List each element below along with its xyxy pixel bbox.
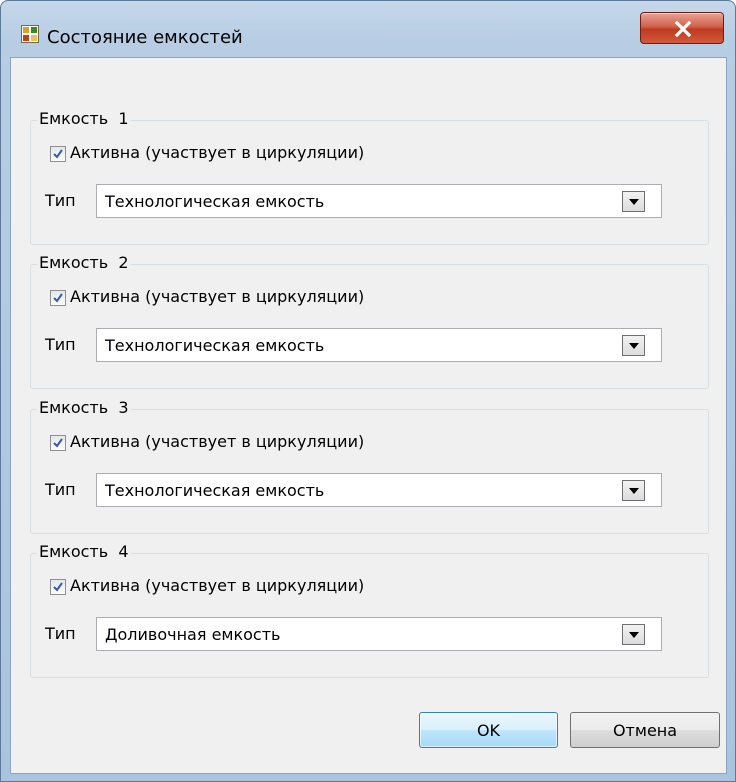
checkmark-icon [53,438,63,448]
type-label: Тип [45,624,76,643]
active-checkbox[interactable] [50,290,66,306]
type-select-value: Технологическая емкость [105,336,325,355]
group-legend: Емкость 2 [37,253,131,272]
window-title: Состояние емкостей [47,27,243,48]
dropdown-button[interactable] [622,480,645,501]
active-checkbox-label: Активна (участвует в циркуляции) [70,143,365,162]
dialog-window: Состояние емкостей Емкость 1 Активна (уч… [0,0,736,782]
tank-group-4: Емкость 4 Активна (участвует в циркуляци… [30,542,709,678]
group-legend: Емкость 4 [37,542,131,561]
app-icon [21,25,39,43]
type-select-value: Технологическая емкость [105,192,325,211]
dropdown-button[interactable] [622,335,645,356]
type-select-value: Доливочная емкость [105,625,281,644]
type-label: Тип [45,480,76,499]
tank-group-1: Емкость 1 Активна (участвует в циркуляци… [30,109,709,245]
active-checkbox[interactable] [50,579,66,595]
tank-group-3: Емкость 3 Активна (участвует в циркуляци… [30,398,709,534]
dropdown-button[interactable] [622,191,645,212]
group-legend: Емкость 3 [37,398,131,417]
active-checkbox-label: Активна (участвует в циркуляции) [70,432,365,451]
dropdown-button[interactable] [622,624,645,645]
close-button[interactable] [640,12,724,44]
cancel-button[interactable]: Отмена [570,712,720,748]
type-select-value: Технологическая емкость [105,481,325,500]
checkmark-icon [53,149,63,159]
checkmark-icon [53,582,63,592]
chevron-down-icon [629,343,639,349]
active-checkbox-label: Активна (участвует в циркуляции) [70,287,365,306]
type-label: Тип [45,191,76,210]
active-checkbox[interactable] [50,435,66,451]
close-icon [674,21,692,37]
chevron-down-icon [629,488,639,494]
checkmark-icon [53,293,63,303]
chevron-down-icon [629,199,639,205]
active-checkbox[interactable] [50,146,66,162]
title-bar[interactable]: Состояние емкостей [1,1,735,57]
type-label: Тип [45,335,76,354]
group-legend: Емкость 1 [37,109,131,128]
chevron-down-icon [629,632,639,638]
type-select[interactable]: Технологическая емкость [96,184,662,218]
type-select[interactable]: Технологическая емкость [96,328,662,362]
ok-button[interactable]: OK [419,712,558,748]
type-select[interactable]: Доливочная емкость [96,617,662,651]
tank-group-2: Емкость 2 Активна (участвует в циркуляци… [30,253,709,389]
type-select[interactable]: Технологическая емкость [96,473,662,507]
active-checkbox-label: Активна (участвует в циркуляции) [70,576,365,595]
